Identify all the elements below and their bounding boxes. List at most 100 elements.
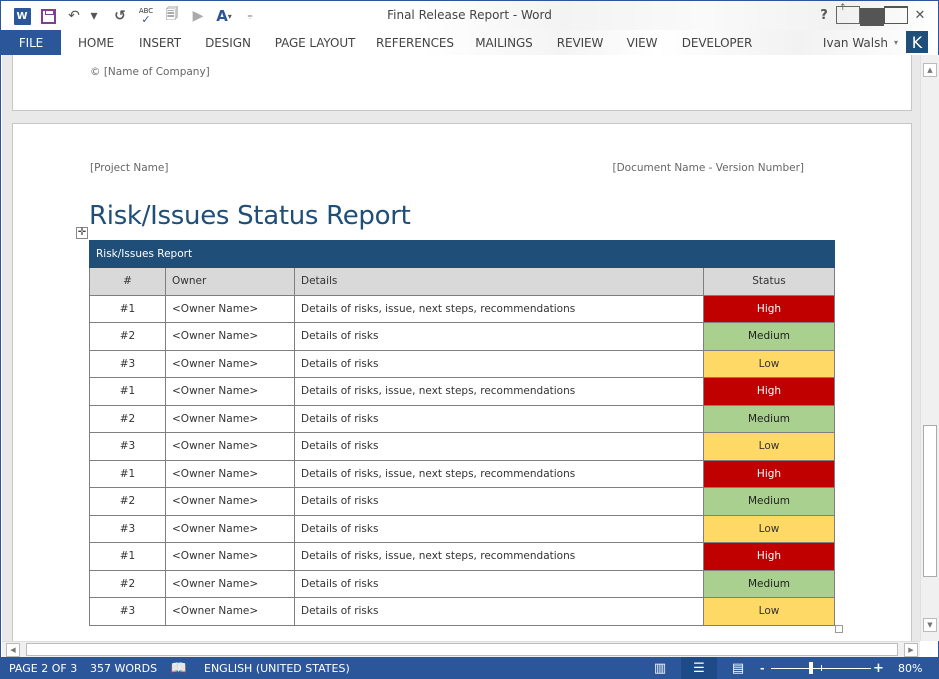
row-details[interactable]: Details of risks [294,569,704,598]
row-number[interactable]: #1 [89,377,166,406]
status-badge[interactable]: Low [703,597,835,626]
scroll-up-button[interactable]: ▲ [923,63,937,77]
row-owner[interactable]: <Owner Name> [165,377,295,406]
row-number[interactable]: #3 [89,349,166,378]
row-owner[interactable]: <Owner Name> [165,542,295,571]
status-badge[interactable]: Low [703,514,835,543]
row-number[interactable]: #2 [89,404,166,433]
header-project-name[interactable]: [Project Name] [90,162,168,174]
horizontal-scroll-thumb[interactable] [26,643,898,656]
row-owner[interactable]: <Owner Name> [165,404,295,433]
status-badge[interactable]: High [703,459,835,488]
tab-file[interactable]: FILE [1,30,61,55]
row-details[interactable]: Details of risks, issue, next steps, rec… [294,294,704,323]
tab-page-layout[interactable]: PAGE LAYOUT [269,30,361,55]
row-number[interactable]: #1 [89,459,166,488]
status-badge[interactable]: Low [703,349,835,378]
proofing-button[interactable]: 📖 [164,657,194,679]
row-owner[interactable]: <Owner Name> [165,514,295,543]
row-details[interactable]: Details of risks [294,349,704,378]
vertical-scroll-thumb[interactable] [923,425,937,577]
minimize-button[interactable] [860,6,884,26]
row-details[interactable]: Details of risks, issue, next steps, rec… [294,377,704,406]
row-details[interactable]: Details of risks, issue, next steps, rec… [294,542,704,571]
row-number[interactable]: #3 [89,597,166,626]
vertical-scrollbar[interactable]: ▲ ▼ [920,55,939,641]
web-layout-icon: ▤ [731,661,745,676]
close-button[interactable]: ✕ [908,6,932,24]
status-badge[interactable]: Medium [703,404,835,433]
tab-review[interactable]: REVIEW [551,30,609,55]
row-owner[interactable]: <Owner Name> [165,487,295,516]
tab-references[interactable]: REFERENCES [373,30,457,55]
column-header-status[interactable]: Status [703,267,835,296]
status-badge[interactable]: Medium [703,487,835,516]
help-button[interactable]: ? [812,6,836,24]
zoom-slider-thumb[interactable] [809,662,813,674]
row-owner[interactable]: <Owner Name> [165,459,295,488]
avatar[interactable]: K [906,31,928,53]
print-layout-icon: ☰ [693,661,705,676]
zoom-level[interactable]: 80% [898,657,922,679]
tab-mailings[interactable]: MAILINGS [469,30,539,55]
table-move-handle[interactable]: ✛ [76,227,88,239]
maximize-button[interactable] [884,6,908,24]
row-number[interactable]: #1 [89,294,166,323]
row-details[interactable]: Details of risks [294,404,704,433]
ribbon-display-options-button[interactable] [836,3,860,24]
language-indicator[interactable]: ENGLISH (UNITED STATES) [204,657,350,679]
table-caption[interactable]: Risk/Issues Report [89,240,835,268]
tab-developer[interactable]: DEVELOPER [677,30,757,55]
row-number[interactable]: #1 [89,542,166,571]
read-mode-button[interactable]: ▥ [645,657,675,679]
column-header-owner[interactable]: Owner [165,267,295,296]
status-badge[interactable]: High [703,294,835,323]
header-document-name[interactable]: [Document Name - Version Number] [613,162,805,174]
row-owner[interactable]: <Owner Name> [165,294,295,323]
document-area[interactable]: © [Name of Company] [Project Name] [Docu… [2,55,920,641]
row-details[interactable]: Details of risks, issue, next steps, rec… [294,459,704,488]
web-layout-button[interactable]: ▤ [723,657,753,679]
row-owner[interactable]: <Owner Name> [165,349,295,378]
print-layout-button[interactable]: ☰ [681,657,717,679]
scroll-right-button[interactable]: ▶ [904,643,918,657]
row-owner[interactable]: <Owner Name> [165,597,295,626]
row-owner[interactable]: <Owner Name> [165,432,295,461]
table-row: #3 <Owner Name> Details of risks Low [89,349,835,378]
row-number[interactable]: #2 [89,487,166,516]
row-owner[interactable]: <Owner Name> [165,322,295,351]
row-number[interactable]: #2 [89,322,166,351]
zoom-in-button[interactable]: + [873,657,884,679]
scroll-down-button[interactable]: ▼ [923,618,937,632]
row-number[interactable]: #3 [89,432,166,461]
word-count[interactable]: 357 WORDS [90,657,157,679]
row-number[interactable]: #3 [89,514,166,543]
row-details[interactable]: Details of risks [294,432,704,461]
column-header-details[interactable]: Details [294,267,704,296]
row-details[interactable]: Details of risks [294,322,704,351]
arrow-up-icon: ▲ [927,66,933,74]
row-details[interactable]: Details of risks [294,487,704,516]
status-badge[interactable]: Medium [703,322,835,351]
footer-copyright[interactable]: © [Name of Company] [90,66,210,78]
user-account[interactable]: Ivan Walsh ▾ [823,30,898,55]
table-resize-handle[interactable] [835,625,843,633]
column-header-num[interactable]: # [89,267,166,296]
page-title[interactable]: Risk/Issues Status Report [89,201,411,231]
tab-insert[interactable]: INSERT [131,30,189,55]
page-count[interactable]: PAGE 2 OF 3 [9,657,77,679]
scroll-left-button[interactable]: ◀ [6,643,20,657]
status-badge[interactable]: High [703,542,835,571]
tab-view[interactable]: VIEW [619,30,665,55]
row-number[interactable]: #2 [89,569,166,598]
tab-home[interactable]: HOME [67,30,125,55]
status-badge[interactable]: High [703,377,835,406]
row-details[interactable]: Details of risks [294,514,704,543]
horizontal-scrollbar[interactable]: ◀ ▶ [2,641,920,657]
zoom-out-button[interactable]: - [760,657,765,679]
status-badge[interactable]: Low [703,432,835,461]
row-owner[interactable]: <Owner Name> [165,569,295,598]
status-badge[interactable]: Medium [703,569,835,598]
tab-design[interactable]: DESIGN [197,30,259,55]
row-details[interactable]: Details of risks [294,597,704,626]
